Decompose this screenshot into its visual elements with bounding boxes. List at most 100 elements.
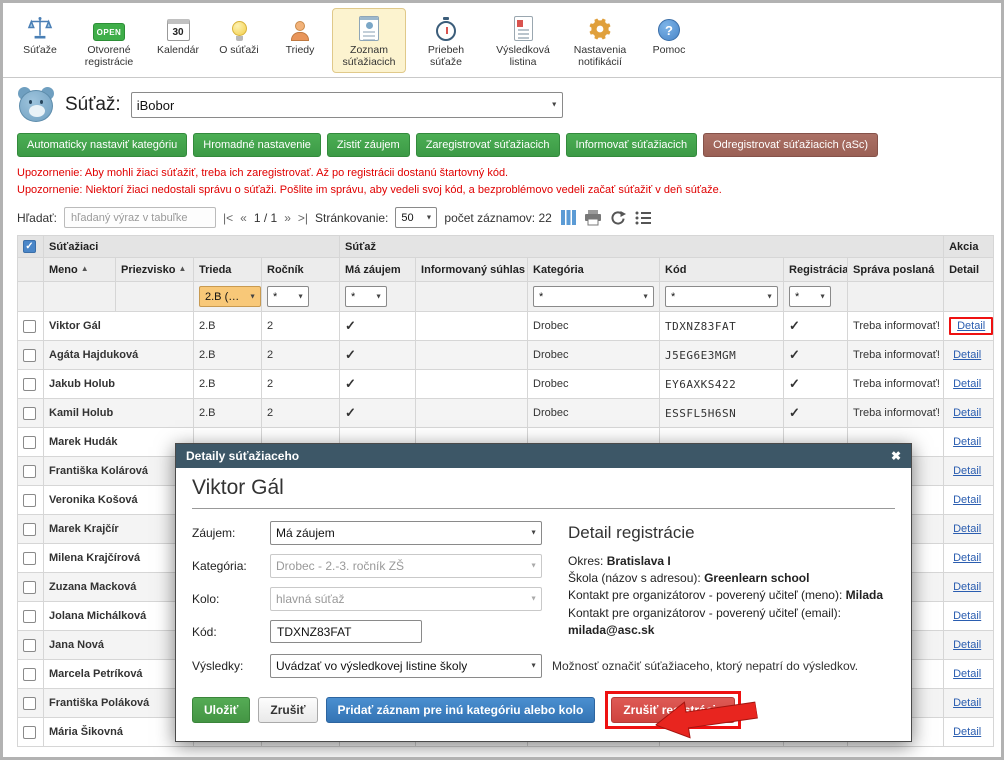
person-icon [291,13,309,41]
detail-link[interactable]: Detail [953,378,981,390]
message-status: Treba informovať! [848,312,944,341]
refresh-icon[interactable] [610,210,626,226]
row-checkbox[interactable] [23,494,36,507]
detail-link[interactable]: Detail [953,407,981,419]
row-checkbox[interactable] [23,523,36,536]
column-header-priezvisko[interactable]: Priezvisko ▲ [116,258,194,282]
row-checkbox[interactable] [23,378,36,391]
interest-select[interactable]: Má záujem [270,521,542,545]
find-interest-button[interactable]: Zistiť záujem [327,133,410,157]
bulk-setting-button[interactable]: Hromadné nastavenie [193,133,321,157]
competitor-name: Veronika Košová [44,486,194,515]
register-button[interactable]: Zaregistrovať súťažiacich [416,133,560,157]
cancel-button[interactable]: Zrušiť [258,697,317,723]
row-checkbox[interactable] [23,552,36,565]
row-checkbox[interactable] [23,668,36,681]
modal-body: Viktor Gál Záujem: Má záujem Kategória: … [176,468,911,741]
close-icon[interactable]: ✖ [891,449,901,463]
auto-category-button[interactable]: Automaticky nastaviť kategóriu [17,133,187,157]
column-header-rocnik[interactable]: Ročník [262,258,340,282]
competitor-name: Jakub Holub [44,370,194,399]
detail-link[interactable]: Detail [953,581,981,593]
toolbar-item-pomoc[interactable]: ? Pomoc [640,8,698,73]
detail-cell: Detail [944,312,994,341]
toolbar-item-kalendar[interactable]: 30 Kalendár [149,8,207,73]
column-header-ma-zaujem[interactable]: Má záujem [340,258,416,282]
page-first-button[interactable]: |< [223,211,233,225]
informed-consent-cell [416,312,528,341]
detail-link[interactable]: Detail [957,320,985,332]
calendar-icon: 30 [167,13,190,41]
toolbar-item-nastavenia-notifikacii[interactable]: Nastavenia notifikácií [563,8,637,73]
detail-link[interactable]: Detail [953,436,981,448]
row-checkbox[interactable] [23,610,36,623]
detail-link-wrapper: Detail [949,405,985,421]
toolbar-item-o-sutazi[interactable]: O súťaži [210,8,268,73]
toolbar-item-vysledkova-listina[interactable]: Výsledková listina [486,8,560,73]
trieda-cell: 2.B [194,312,262,341]
detail-link[interactable]: Detail [953,639,981,651]
column-header-sprava-poslana[interactable]: Správa poslaná [848,258,944,282]
row-checkbox[interactable] [23,407,36,420]
detail-link[interactable]: Detail [953,610,981,622]
page-size-select[interactable]: 50 [395,207,437,228]
view-options-icon[interactable] [635,211,651,225]
rocnik-filter-select[interactable]: * [267,286,309,307]
toolbar-item-sutaze[interactable]: Súťaže [11,8,69,73]
add-record-button[interactable]: Pridať záznam pre inú kategóriu alebo ko… [326,697,596,723]
competition-select[interactable]: iBobor [131,92,563,118]
detail-link-wrapper: Detail [949,492,985,508]
detail-link[interactable]: Detail [953,552,981,564]
competition-label: Súťaž: [65,94,121,116]
kod-filter-select[interactable]: * [665,286,778,307]
column-header-kod[interactable]: Kód [660,258,784,282]
trieda-filter-select[interactable]: 2.B (22) [199,286,261,307]
code-input[interactable] [270,620,422,643]
page-next-button[interactable]: » [284,211,291,225]
detail-link[interactable]: Detail [953,523,981,535]
detail-cell: Detail [944,341,994,370]
group-header-action: Akcia [944,236,994,258]
column-header-informovany-suhlas[interactable]: Informovaný súhlas [416,258,528,282]
registracia-filter-select[interactable]: * [789,286,831,307]
search-input[interactable] [64,207,216,228]
column-header-trieda[interactable]: Trieda [194,258,262,282]
row-checkbox[interactable] [23,320,36,333]
detail-link[interactable]: Detail [953,494,981,506]
column-header-meno[interactable]: Meno ▲ [44,258,116,282]
detail-link[interactable]: Detail [953,697,981,709]
detail-link[interactable]: Detail [953,349,981,361]
detail-link[interactable]: Detail [953,726,981,738]
detail-link[interactable]: Detail [953,465,981,477]
row-checkbox[interactable] [23,581,36,594]
kategoria-filter-select[interactable]: * [533,286,654,307]
row-checkbox[interactable] [23,436,36,449]
has-interest-check: ✓ [340,370,416,399]
select-all-checkbox[interactable]: ✓ [23,240,36,253]
page-last-button[interactable]: >| [298,211,308,225]
toolbar-item-triedy[interactable]: Triedy [271,8,329,73]
row-checkbox-cell [18,718,44,747]
page-prev-button[interactable]: « [240,211,247,225]
column-header-registracia[interactable]: Registrácia [784,258,848,282]
print-icon[interactable] [585,210,601,226]
save-button[interactable]: Uložiť [192,697,250,723]
toolbar-item-zoznam-sutaziacich[interactable]: Zoznam súťažiacich [332,8,406,73]
toolbar-item-priebeh-sutaze[interactable]: Priebeh súťaže [409,8,483,73]
inform-button[interactable]: Informovať súťažiacich [566,133,698,157]
columns-icon[interactable] [561,210,576,225]
column-header-kategoria[interactable]: Kategória [528,258,660,282]
unregister-button[interactable]: Odregistrovať súťažiacich (aSc) [703,133,878,157]
row-checkbox[interactable] [23,465,36,478]
rocnik-cell: 2 [262,312,340,341]
ma-zaujem-filter-select[interactable]: * [345,286,387,307]
paging-label: Stránkovanie: [315,211,388,225]
toolbar-item-otvorene-registracie[interactable]: OPEN Otvorené registrácie [72,8,146,73]
row-checkbox[interactable] [23,697,36,710]
row-checkbox[interactable] [23,726,36,739]
detail-cell: Detail [944,602,994,631]
row-checkbox[interactable] [23,349,36,362]
row-checkbox[interactable] [23,639,36,652]
results-select[interactable]: Uvádzať vo výsledkovej listine školy [270,654,542,678]
detail-link[interactable]: Detail [953,668,981,680]
